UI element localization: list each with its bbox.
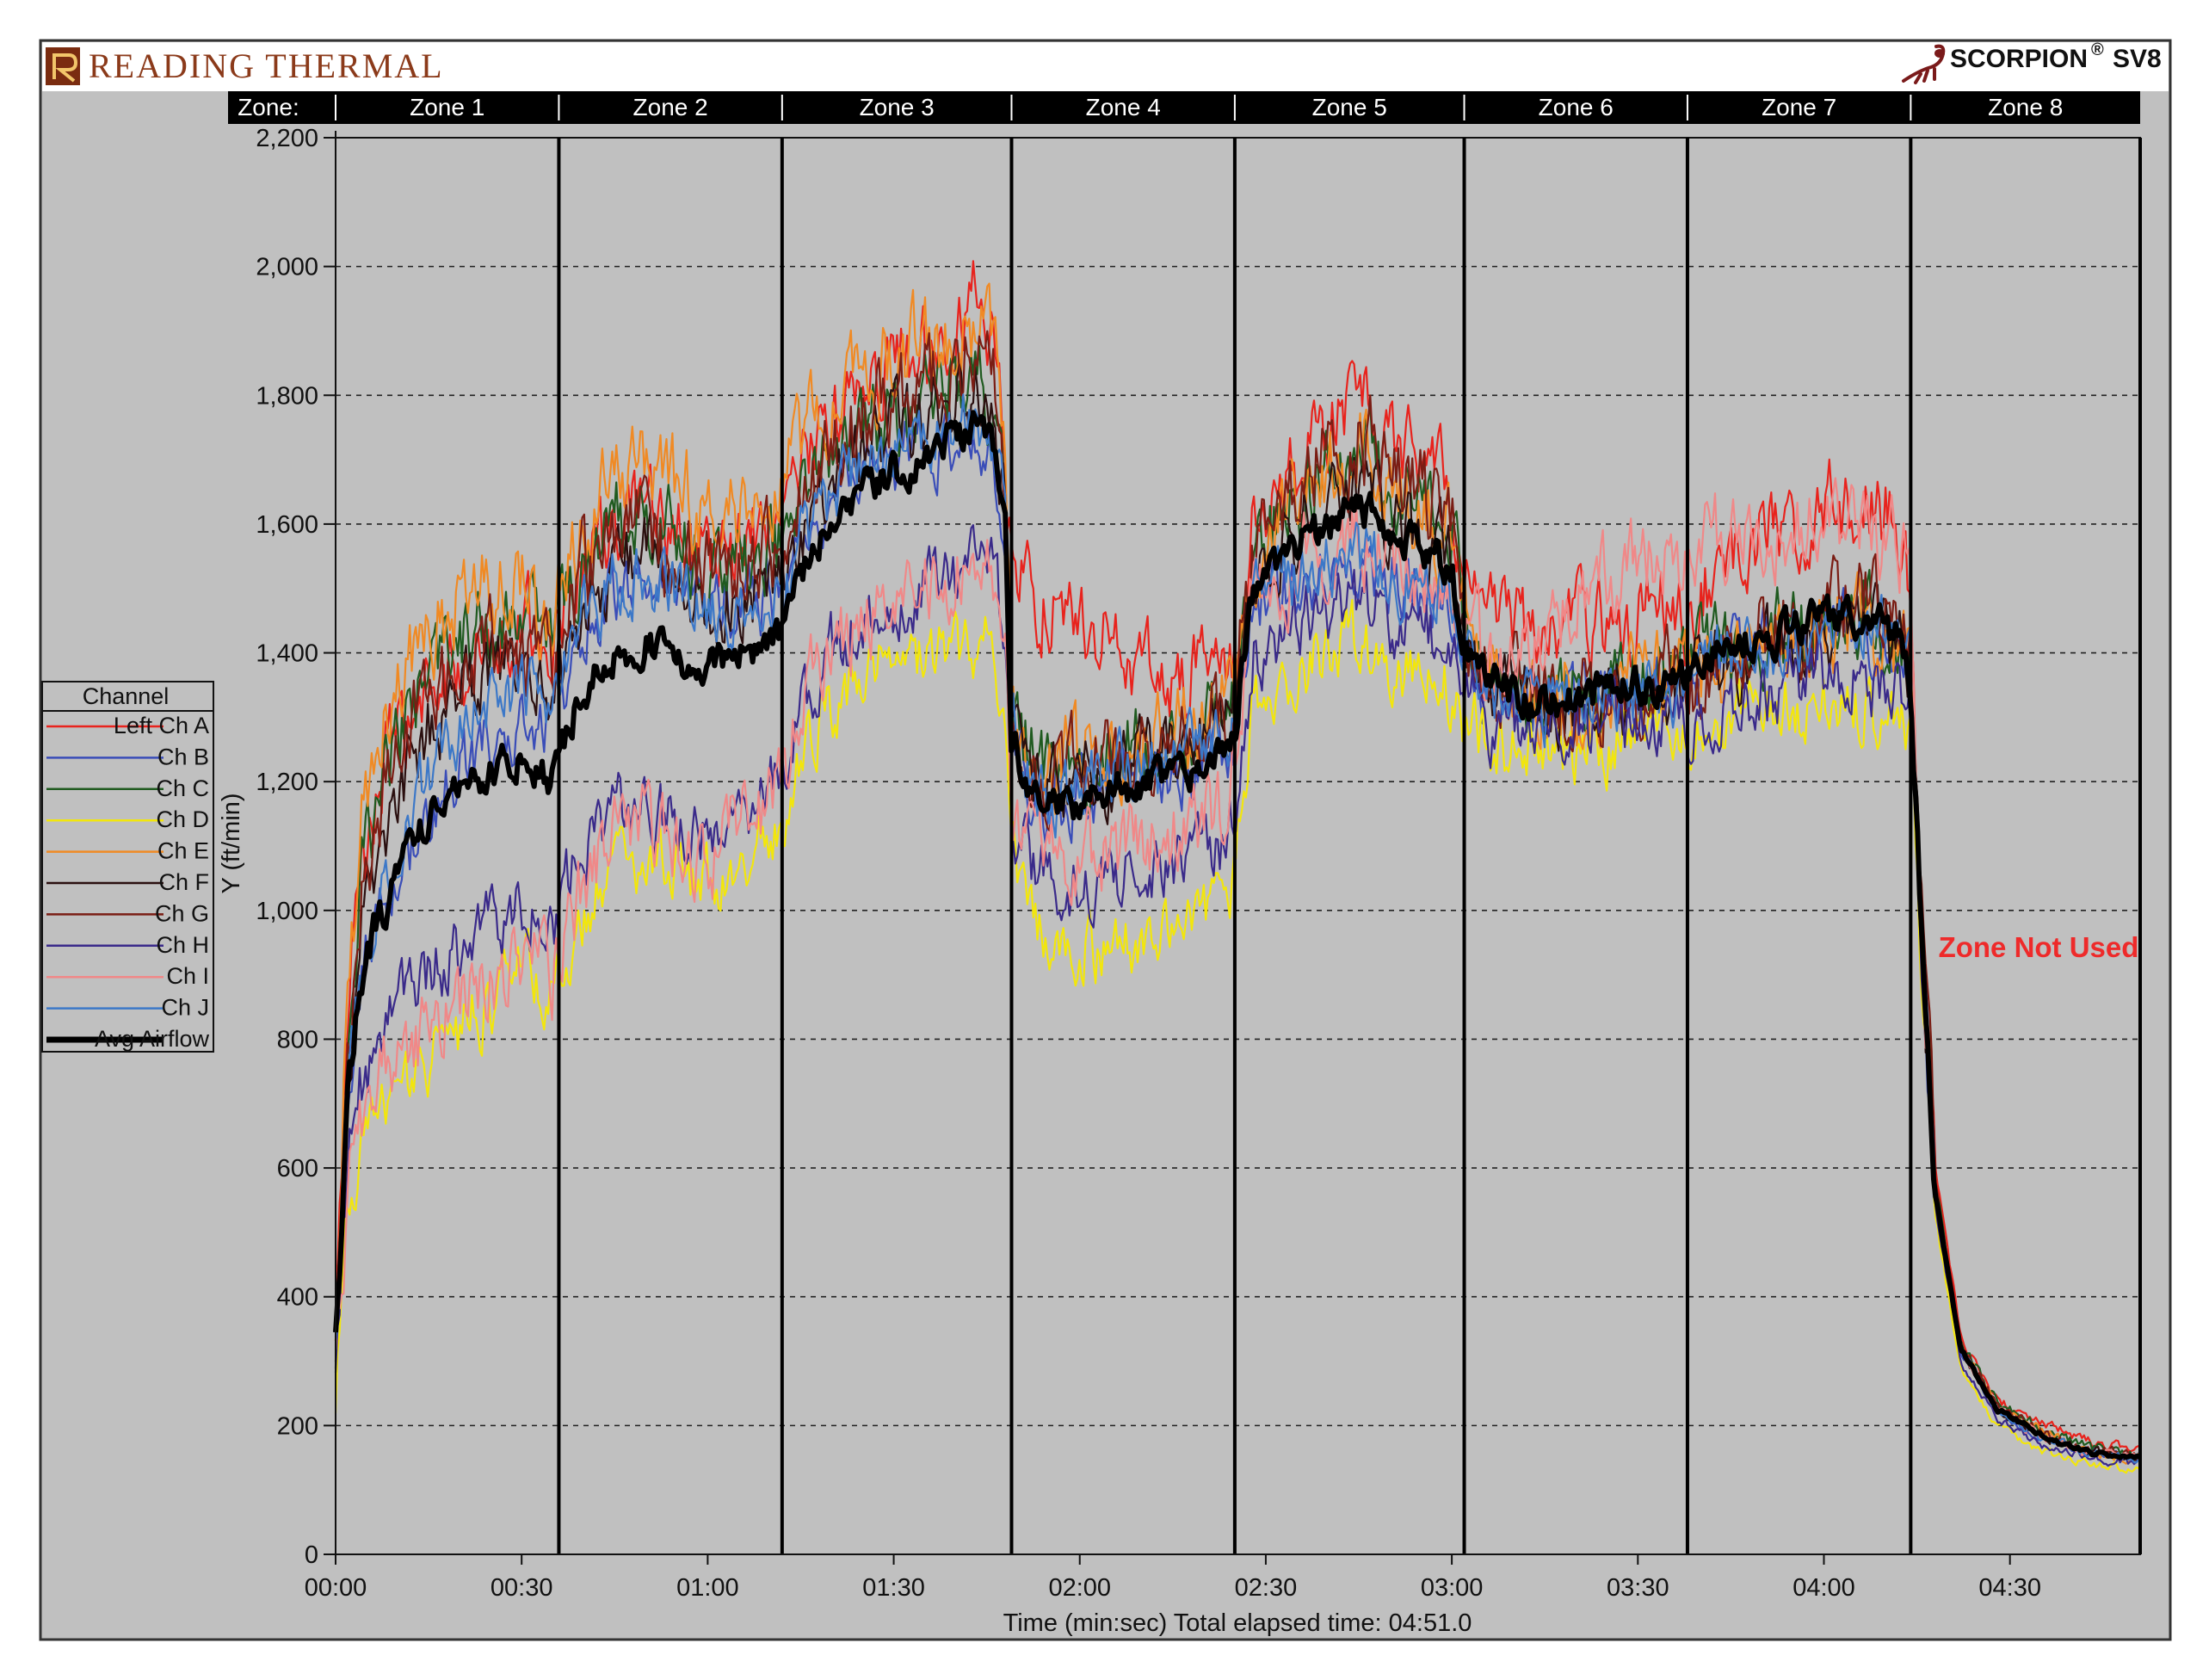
y-tick-label: 1,200 [256,769,318,796]
plot-area [335,137,2141,1555]
x-tick-label: 00:30 [491,1574,553,1602]
y-tick-label: 1,600 [256,511,318,539]
y-tick-label: 0 [305,1541,318,1569]
legend-label-ch-e: Ch E [157,838,209,864]
y-tick-label: 200 [277,1412,318,1440]
product-model: SV8 [2113,45,2162,73]
x-tick-label: 03:00 [1421,1574,1484,1602]
x-tick-label: 04:30 [1978,1574,2041,1602]
x-tick-label: 01:30 [862,1574,925,1602]
brand-name: READING THERMAL [89,46,444,85]
zone-header-7: Zone 7 [1762,94,1836,120]
legend-title: Channel [83,683,170,709]
legend-label-ch-g: Ch G [155,900,209,926]
y-tick-label: 600 [277,1155,318,1183]
legend-label-ch-c: Ch C [156,775,209,801]
legend: Channel Left Ch A Ch B Ch C Ch D Ch E Ch F Ch … [41,681,214,1053]
zone-header-5: Zone 5 [1312,94,1387,120]
legend-label-avg-airflow: Avg Airflow [95,1026,210,1052]
x-tick-label: 02:30 [1235,1574,1298,1602]
x-tick-label: 02:00 [1048,1574,1111,1602]
legend-label-left-ch-a: Left Ch A [114,713,209,738]
y-tick-label: 2,000 [256,254,318,281]
product-registered-mark: ® [2091,40,2104,59]
legend-label-ch-d: Ch D [156,806,209,832]
y-tick-label: 800 [277,1026,318,1053]
chart-frame: READING THERMAL SCORPION ® SV8 Zone: Zon… [0,0,2209,1680]
zone-header-8: Zone 8 [1988,94,2063,120]
y-tick-label: 1,000 [256,898,318,925]
zone-header-2: Zone 2 [633,94,708,120]
y-tick-label: 400 [277,1284,318,1312]
legend-label-ch-b: Ch B [157,744,209,769]
y-axis-title: Y (ft/min) [218,793,245,893]
zone-header-3: Zone 3 [860,94,935,120]
x-axis-title: Time (min:sec) Total elapsed time: 04:51… [1003,1609,1472,1637]
zone-header-4: Zone 4 [1086,94,1161,120]
zone-header-6: Zone 6 [1539,94,1614,120]
chart-svg: READING THERMAL SCORPION ® SV8 Zone: Zon… [39,39,2172,1641]
x-tick-label: 00:00 [305,1574,367,1602]
legend-label-ch-j: Ch J [161,995,209,1021]
zone-not-used-label: Zone Not Used [1939,931,2139,963]
y-tick-label: 1,400 [256,640,318,668]
product-name: SCORPION [1950,45,2088,73]
x-tick-label: 04:00 [1792,1574,1855,1602]
zone-header-1: Zone 1 [410,94,484,120]
legend-label-ch-i: Ch I [166,963,209,989]
legend-label-ch-f: Ch F [158,869,209,895]
legend-label-ch-h: Ch H [156,932,209,958]
y-tick-label: 2,200 [256,125,318,152]
x-tick-label: 03:30 [1607,1574,1669,1602]
zone-row-label: Zone: [238,94,299,120]
reading-thermal-logo: READING THERMAL [46,46,444,85]
y-tick-label: 1,800 [256,382,318,410]
zone-header-bar [228,91,2140,124]
x-tick-label: 01:00 [676,1574,739,1602]
